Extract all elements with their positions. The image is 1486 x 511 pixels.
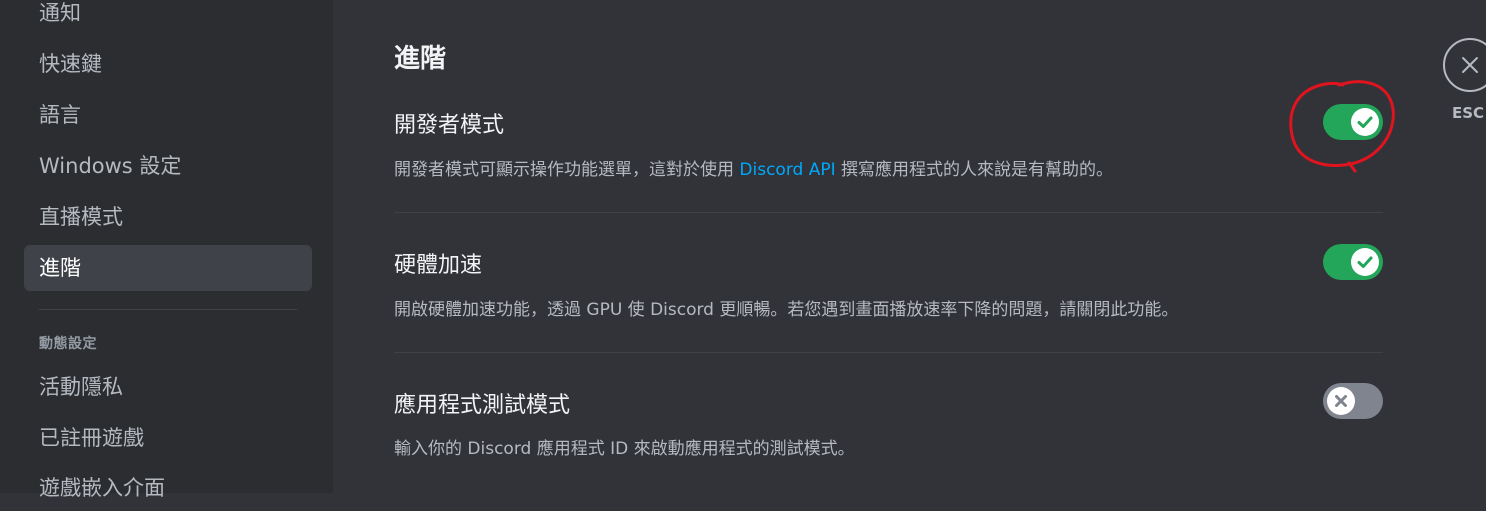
toggle-knob <box>1327 387 1355 415</box>
hardware-acceleration-description: 開啟硬體加速功能，透過 GPU 使 Discord 更順暢。若您遇到畫面播放速率… <box>394 300 1179 320</box>
sidebar-item-activity-privacy[interactable]: 活動隱私 <box>24 364 312 410</box>
row-divider <box>394 212 1383 213</box>
app-test-mode-title: 應用程式測試模式 <box>394 393 571 418</box>
esc-label: ESC <box>1452 104 1485 122</box>
sidebar-item-notifications[interactable]: 通知 <box>24 0 312 36</box>
close-icon <box>1462 57 1478 73</box>
row-divider <box>394 352 1383 353</box>
sidebar-section-header: 動態設定 <box>39 336 97 352</box>
check-icon <box>1357 116 1373 128</box>
sidebar-item-advanced[interactable]: 進階 <box>24 245 312 291</box>
hardware-acceleration-title: 硬體加速 <box>394 253 483 278</box>
sidebar-item-keybinds[interactable]: 快速鍵 <box>24 41 312 87</box>
developer-mode-title: 開發者模式 <box>394 113 505 138</box>
sidebar-item-streamer-mode[interactable]: 直播模式 <box>24 194 312 240</box>
toggle-knob <box>1351 108 1379 136</box>
page-title: 進階 <box>394 44 447 74</box>
hardware-acceleration-toggle[interactable] <box>1323 244 1383 280</box>
developer-mode-toggle[interactable] <box>1323 104 1383 140</box>
developer-mode-description: 開發者模式可顯示操作功能選單，這對於使用 Discord API 撰寫應用程式的… <box>394 160 1114 180</box>
close-button[interactable] <box>1443 38 1486 92</box>
x-icon <box>1335 395 1347 407</box>
check-icon <box>1357 256 1373 268</box>
discord-api-link[interactable]: Discord API <box>739 160 835 180</box>
sidebar-item-registered-games[interactable]: 已註冊遊戲 <box>24 415 312 461</box>
app-test-mode-toggle[interactable] <box>1323 383 1383 419</box>
sidebar-item-language[interactable]: 語言 <box>24 92 312 138</box>
app-test-mode-description: 輸入你的 Discord 應用程式 ID 來啟動應用程式的測試模式。 <box>394 439 855 459</box>
settings-sidebar: 通知 快速鍵 語言 Windows 設定 直播模式 進階 動態設定 活動隱私 已… <box>0 0 333 500</box>
sidebar-item-windows-settings[interactable]: Windows 設定 <box>24 143 312 189</box>
sidebar-item-game-overlay[interactable]: 遊戲嵌入介面 <box>24 465 312 511</box>
sidebar-divider <box>39 309 297 310</box>
toggle-knob <box>1351 248 1379 276</box>
